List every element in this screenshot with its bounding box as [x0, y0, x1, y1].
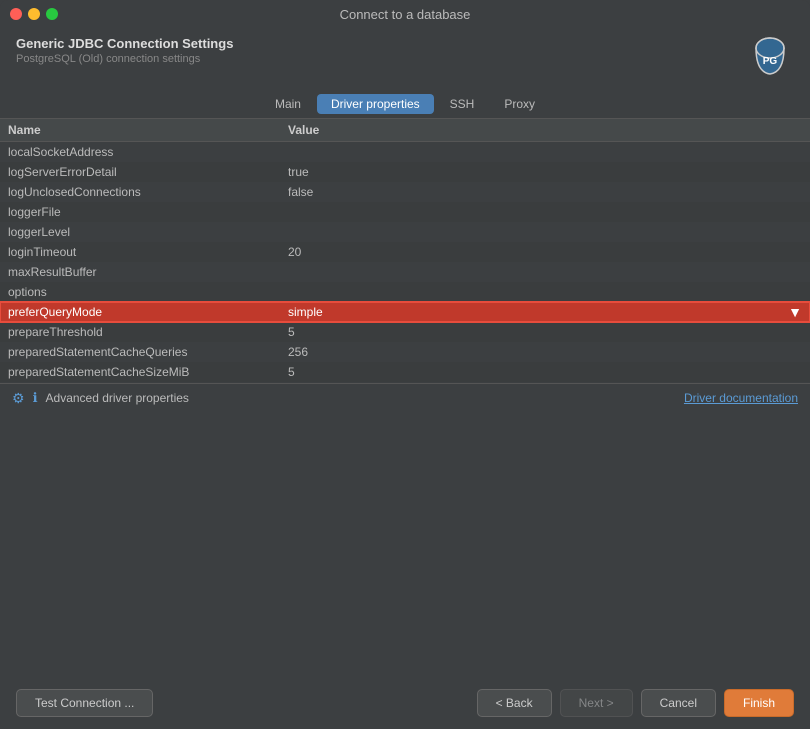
advanced-driver-text[interactable]: Advanced driver properties [46, 391, 189, 405]
cell-property-name: loginTimeout [8, 245, 288, 259]
tab-main[interactable]: Main [261, 94, 315, 114]
maximize-button[interactable] [46, 8, 58, 20]
table-row[interactable]: loggerLevel [0, 222, 810, 242]
cell-property-name: loggerFile [8, 205, 288, 219]
tab-driver-properties[interactable]: Driver properties [317, 94, 434, 114]
next-button[interactable]: Next > [560, 689, 633, 717]
cell-property-value: false [288, 185, 802, 199]
table-row[interactable]: options [0, 282, 810, 302]
dropdown-arrow-icon[interactable]: ▼ [788, 304, 802, 320]
cell-property-name: preparedStatementCacheSizeMiB [8, 365, 288, 379]
nav-buttons: < Back Next > Cancel Finish [477, 689, 794, 717]
column-header-name: Name [8, 123, 288, 137]
table-row[interactable]: maxResultBuffer [0, 262, 810, 282]
svg-text:PG: PG [763, 56, 778, 67]
minimize-button[interactable] [28, 8, 40, 20]
properties-table: Name Value localSocketAddress logServerEr… [0, 118, 810, 383]
cell-property-name: loggerLevel [8, 225, 288, 239]
main-window: Connect to a database Generic JDBC Conne… [0, 0, 810, 729]
title-bar: Connect to a database [0, 0, 810, 28]
cell-property-value: 20 [288, 245, 802, 259]
cell-property-value: 256 [288, 345, 802, 359]
table-row[interactable]: logServerErrorDetailtrue [0, 162, 810, 182]
table-row[interactable]: loginTimeout20 [0, 242, 810, 262]
driver-documentation-link[interactable]: Driver documentation [684, 391, 798, 405]
table-row[interactable]: prepareThreshold5 [0, 322, 810, 342]
footer-bar: ⚙ ℹ Advanced driver properties Driver do… [0, 383, 810, 413]
tab-ssh[interactable]: SSH [436, 94, 489, 114]
table-row[interactable]: loggerFile [0, 202, 810, 222]
table-row[interactable]: localSocketAddress [0, 142, 810, 162]
cell-property-name: prepareThreshold [8, 325, 288, 339]
table-header: Name Value [0, 118, 810, 142]
column-header-value: Value [288, 123, 802, 137]
connection-subtitle: PostgreSQL (Old) connection settings [16, 53, 233, 65]
settings-icon: ⚙ [12, 390, 25, 407]
table-row[interactable]: preparedStatementCacheSizeMiB5 [0, 362, 810, 382]
header-info: Generic JDBC Connection Settings Postgre… [16, 36, 233, 65]
cell-property-value: simple [288, 305, 788, 319]
footer-left: ⚙ ℹ Advanced driver properties [12, 390, 189, 407]
cell-property-name: options [8, 285, 288, 299]
empty-area [0, 413, 810, 678]
cancel-button[interactable]: Cancel [641, 689, 716, 717]
cell-property-name: localSocketAddress [8, 145, 288, 159]
postgresql-icon: PG [746, 36, 794, 84]
tab-proxy[interactable]: Proxy [490, 94, 549, 114]
dialog-header: Generic JDBC Connection Settings Postgre… [0, 28, 810, 88]
table-row[interactable]: logUnclosedConnectionsfalse [0, 182, 810, 202]
table-row[interactable]: preparedStatementCacheQueries256 [0, 342, 810, 362]
window-controls [10, 8, 58, 20]
connection-title: Generic JDBC Connection Settings [16, 36, 233, 51]
tabs-bar: Main Driver properties SSH Proxy [0, 88, 810, 118]
cell-property-name: logUnclosedConnections [8, 185, 288, 199]
cell-property-value: true [288, 165, 802, 179]
window-title: Connect to a database [340, 7, 471, 22]
table-row[interactable]: preferQueryModesimple▼ [0, 302, 810, 322]
action-buttons: Test Connection ... < Back Next > Cancel… [0, 677, 810, 729]
info-icon: ℹ [33, 390, 38, 406]
cell-property-name: logServerErrorDetail [8, 165, 288, 179]
table-body[interactable]: localSocketAddress logServerErrorDetailtr… [0, 142, 810, 383]
back-button[interactable]: < Back [477, 689, 552, 717]
finish-button[interactable]: Finish [724, 689, 794, 717]
cell-property-name: preferQueryMode [8, 305, 288, 319]
close-button[interactable] [10, 8, 22, 20]
cell-property-value: 5 [288, 365, 802, 379]
test-connection-button[interactable]: Test Connection ... [16, 689, 153, 717]
cell-property-name: preparedStatementCacheQueries [8, 345, 288, 359]
cell-property-name: maxResultBuffer [8, 265, 288, 279]
cell-property-value: 5 [288, 325, 802, 339]
